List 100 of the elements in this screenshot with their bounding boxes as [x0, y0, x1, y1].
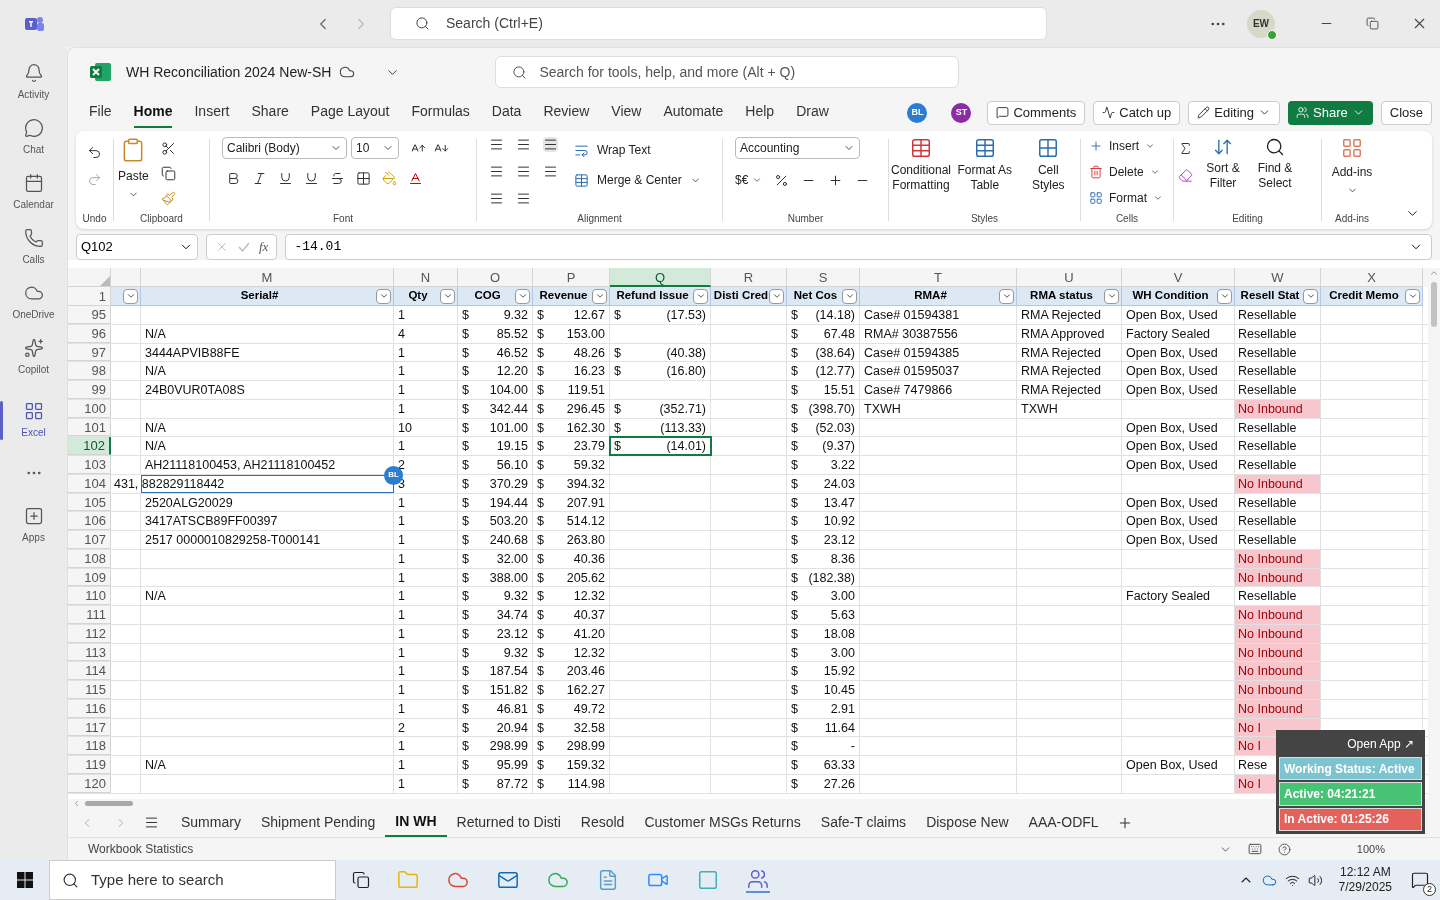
delete-button[interactable]: Delete [1089, 163, 1163, 181]
sheet-tab[interactable]: Resold [570, 809, 635, 836]
table-cell: $ 503.20 [458, 512, 533, 530]
menu-tab[interactable]: Home [133, 97, 173, 128]
table-cell: Resellable [1235, 587, 1321, 605]
zoom-field[interactable]: 100% [1356, 840, 1385, 858]
sheet-tab[interactable]: Summary [171, 809, 251, 836]
sheet-tab[interactable]: Safe-T claims [810, 809, 917, 836]
find-select-button[interactable]: Find & Select [1253, 137, 1297, 191]
formula-field[interactable]: -14.01 [285, 234, 1432, 260]
table-cell: $ 95.99 [458, 756, 533, 774]
table-cell: No Inbound [1235, 681, 1321, 699]
menu-tab[interactable]: Automate [663, 97, 724, 128]
search-placeholder: Search for tools, help, and more (Alt + Q) [539, 62, 796, 82]
row-header[interactable]: 118 [68, 737, 111, 755]
table-cell: 1 [394, 681, 458, 699]
row-header[interactable]: 106 [68, 512, 111, 530]
table-cell: $ (14.01) [610, 437, 711, 455]
rail-item[interactable]: Excel [0, 393, 67, 448]
wrap-text-button[interactable]: Wrap Text [574, 141, 701, 159]
user-avatar[interactable]: EW [1247, 9, 1275, 38]
row-header[interactable]: 114 [68, 662, 111, 680]
table-cell: $ (9.37) [787, 437, 860, 455]
row-header[interactable]: 107 [68, 531, 111, 549]
conditional-formatting-button[interactable]: Conditional Formatting [893, 137, 949, 193]
row-header[interactable]: 110 [68, 587, 111, 605]
sort-filter-button[interactable]: Sort & Filter [1201, 137, 1245, 191]
add-ins-button[interactable]: Add-ins [1326, 137, 1378, 196]
table-cell: $ 296.45 [533, 399, 610, 418]
close-button[interactable]: Close [1380, 100, 1432, 125]
menu-tab[interactable]: Draw [796, 97, 829, 128]
comments-button[interactable]: Comments [987, 100, 1086, 125]
table-cell: Open Box, Used [1122, 756, 1235, 774]
row-header[interactable]: 115 [68, 681, 111, 699]
column-header[interactable]: Q [610, 268, 711, 287]
table-cell: RMA Approved [1017, 324, 1122, 343]
name-box[interactable]: Q102 [76, 234, 198, 260]
search-field[interactable]: Search (Ctrl+E) [390, 7, 1047, 40]
rail-item[interactable]: Copilot [0, 330, 67, 385]
font-size-field[interactable]: 10 [351, 137, 399, 159]
row-header[interactable]: 103 [68, 456, 111, 474]
catch-up-button[interactable]: Catch up [1093, 100, 1181, 125]
menu-tab[interactable]: Review [543, 97, 590, 128]
table-cell: 1 [394, 399, 458, 418]
menu-tab[interactable]: Help [745, 97, 775, 128]
row-header[interactable]: 102 [68, 437, 111, 455]
table-cell: $ (17.53) [610, 306, 711, 324]
paste-button[interactable]: Paste [118, 137, 149, 206]
format-button[interactable]: Format [1089, 189, 1163, 207]
status-text[interactable]: Workbook Statistics [88, 840, 194, 858]
sheet-tab[interactable]: Shipment Pending [250, 809, 386, 836]
rail-item[interactable]: Calendar [0, 165, 67, 220]
table-cell: 10 [394, 418, 458, 437]
row-header[interactable]: 99 [68, 381, 111, 399]
sheet-tab[interactable]: Customer MSGs Returns [634, 809, 811, 836]
collaborator-avatar[interactable]: ST [951, 102, 972, 123]
editing-mode-button[interactable]: Editing [1188, 100, 1281, 125]
rail-item[interactable]: Activity [0, 55, 67, 110]
insert-function-button[interactable]: fx [259, 237, 269, 257]
share-button[interactable]: Share [1288, 100, 1373, 125]
table-cell: 1 [394, 437, 458, 455]
rail-item[interactable]: OneDrive [0, 275, 67, 330]
search-field[interactable]: Search for tools, help, and more (Alt + Q) [495, 56, 960, 88]
menu-tab[interactable]: Insert [194, 97, 230, 128]
rail-item[interactable]: Calls [0, 220, 67, 275]
table-cell: 1 [394, 343, 458, 362]
row-header[interactable]: 119 [68, 756, 111, 774]
merge-center-button[interactable]: Merge & Center [574, 171, 701, 189]
currency-button[interactable]: $€ [735, 171, 763, 189]
sheet-tab[interactable]: Dispose New [916, 809, 1019, 836]
table-cell: No Inbound [1235, 606, 1321, 624]
column-title: Revenue [539, 288, 588, 304]
row-header[interactable]: 98 [68, 362, 111, 380]
rail-item[interactable]: Apps [0, 498, 67, 553]
menu-tab[interactable]: Share [251, 97, 289, 128]
rail-item[interactable]: Chat [0, 110, 67, 165]
menu-tab[interactable]: Formulas [411, 97, 470, 128]
table-cell: Resellable [1235, 437, 1321, 455]
format-as-table-button[interactable]: Format As Table [957, 137, 1013, 193]
menu-tab[interactable]: Page Layout [310, 97, 390, 128]
table-cell: $ 40.36 [533, 549, 610, 568]
menu-tab[interactable]: File [89, 97, 112, 128]
table-cell: $ 342.44 [458, 399, 533, 418]
clock[interactable]: 12:12 AM 7/29/2025 [1338, 865, 1392, 895]
collaborator-avatar[interactable]: BL [907, 102, 928, 123]
insert-button[interactable]: Insert [1089, 137, 1163, 155]
menu-tab[interactable]: Data [491, 97, 522, 128]
sheet-tab[interactable]: AAA-ODFL [1018, 809, 1109, 836]
row-header[interactable]: 1 [68, 287, 111, 306]
font-field[interactable]: Calibri (Body) [222, 137, 347, 159]
row-header[interactable]: 111 [68, 606, 111, 624]
sheet-tab[interactable]: Returned to Disti [446, 809, 571, 836]
row-header[interactable]: 95 [68, 306, 111, 324]
table-cell: $ 153.00 [533, 324, 610, 343]
table-cell: $ 12.32 [533, 643, 610, 662]
cell-styles-button[interactable]: Cell Styles [1020, 137, 1076, 193]
number-format-field[interactable]: Accounting [735, 137, 860, 159]
menu-tab[interactable]: View [611, 97, 642, 128]
search-field[interactable]: Type here to search [49, 860, 336, 900]
table-cell: Resellable [1235, 381, 1321, 399]
